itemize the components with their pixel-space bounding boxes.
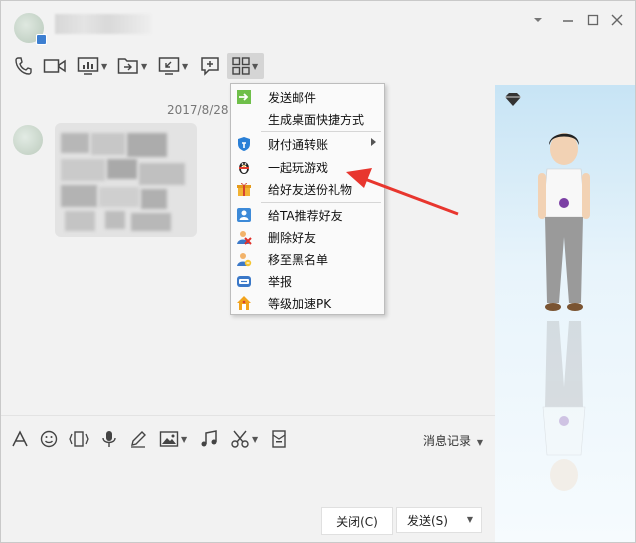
title-bar xyxy=(1,1,635,49)
diamond-icon xyxy=(503,93,523,110)
menu-item-label: 财付通转账 xyxy=(268,138,329,152)
close-button-label: 关闭(C) xyxy=(336,514,378,529)
close-icon[interactable] xyxy=(608,11,626,29)
voice-call-icon[interactable] xyxy=(13,53,33,79)
menu-item-recommend-friend[interactable]: 给TA推荐好友 xyxy=(231,204,384,226)
remote-demo-button[interactable]: ▼ xyxy=(77,53,107,79)
report-icon xyxy=(237,276,251,287)
menu-item-label: 给好友送份礼物 xyxy=(268,183,353,197)
menu-item-tenpay-transfer[interactable]: 财付通转账 xyxy=(231,133,384,155)
message-input[interactable]: 关闭(C) 发送(S) ▼ xyxy=(1,459,495,542)
menu-item-label: 一起玩游戏 xyxy=(268,161,329,175)
send-options-chevron-icon[interactable]: ▼ xyxy=(467,515,473,524)
menu-item-label: 等级加速PK xyxy=(268,297,332,311)
menu-item-label: 发送邮件 xyxy=(268,91,317,105)
menu-separator xyxy=(261,202,381,203)
blacklist-icon xyxy=(237,253,252,267)
image-button[interactable]: ▼ xyxy=(159,428,187,450)
menu-item-play-game[interactable]: 一起玩游戏 xyxy=(231,156,384,178)
font-icon[interactable] xyxy=(11,428,29,450)
menu-item-label: 举报 xyxy=(268,275,293,289)
menu-item-label: 删除好友 xyxy=(268,231,317,245)
game-penguin-icon xyxy=(239,162,249,174)
create-discussion-icon[interactable] xyxy=(200,53,220,79)
menu-item-delete-friend[interactable]: 删除好友 xyxy=(231,226,384,248)
emoji-icon[interactable] xyxy=(40,428,58,450)
sender-avatar[interactable] xyxy=(13,125,43,155)
close-button[interactable]: 关闭(C) xyxy=(321,507,393,535)
recommend-friend-icon xyxy=(237,208,251,222)
video-call-icon[interactable] xyxy=(43,53,67,79)
send-file-button[interactable]: ▼ xyxy=(117,53,147,79)
qq-show-panel xyxy=(495,85,635,542)
scissors-button[interactable]: ▼ xyxy=(230,428,258,450)
submenu-arrow-icon xyxy=(371,138,376,146)
delete-friend-icon xyxy=(237,231,252,245)
dropdown-icon[interactable] xyxy=(529,11,547,29)
more-apps-menu: 发送邮件 生成桌面快捷方式 财付通转账 一起玩游戏 给好友送份礼物 给TA推荐好… xyxy=(230,83,385,315)
chat-toolbar: ▼ ▼ ▼ ▼ xyxy=(1,49,635,85)
menu-item-desktop-shortcut[interactable]: 生成桌面快捷方式 xyxy=(231,108,384,130)
input-toolbar: ▼ ▼ 消息记录 ▼ xyxy=(1,415,495,460)
music-icon[interactable] xyxy=(200,428,218,450)
menu-separator xyxy=(261,131,381,132)
more-apps-button[interactable]: ▼ xyxy=(227,53,264,79)
message-bubble-blurred xyxy=(55,123,197,237)
menu-item-label: 给TA推荐好友 xyxy=(268,209,343,223)
menu-item-send-mail[interactable]: 发送邮件 xyxy=(231,86,384,108)
send-mail-icon xyxy=(237,90,251,104)
menu-item-level-pk[interactable]: 等级加速PK xyxy=(231,292,384,314)
level-pk-icon xyxy=(237,296,251,310)
minimize-icon[interactable] xyxy=(559,11,577,29)
maximize-icon[interactable] xyxy=(584,11,602,29)
screenshot-icon[interactable] xyxy=(129,428,147,450)
device-status-icon xyxy=(36,34,47,45)
gift-icon xyxy=(237,182,251,196)
tenpay-shield-icon xyxy=(238,137,250,151)
menu-item-label: 生成桌面快捷方式 xyxy=(268,113,365,127)
menu-item-send-gift[interactable]: 给好友送份礼物 xyxy=(231,178,384,200)
voice-message-icon[interactable] xyxy=(101,428,117,450)
send-button-label: 发送(S) xyxy=(407,513,448,528)
message-timestamp: 2017/8/28 xyxy=(167,103,229,117)
send-button[interactable]: 发送(S) ▼ xyxy=(396,507,482,533)
remote-desktop-button[interactable]: ▼ xyxy=(158,53,188,79)
menu-item-report[interactable]: 举报 xyxy=(231,270,384,292)
chevron-down-icon: ▼ xyxy=(476,438,483,447)
message-history-label: 消息记录 xyxy=(423,434,472,448)
qq-show-character xyxy=(538,133,590,491)
contact-name-blurred xyxy=(55,14,151,34)
menu-item-label: 移至黑名单 xyxy=(268,253,329,267)
red-packet-icon[interactable] xyxy=(271,428,287,450)
menu-item-move-to-blacklist[interactable]: 移至黑名单 xyxy=(231,248,384,270)
shake-icon[interactable] xyxy=(68,428,90,450)
message-history-button[interactable]: 消息记录 ▼ xyxy=(423,432,483,449)
